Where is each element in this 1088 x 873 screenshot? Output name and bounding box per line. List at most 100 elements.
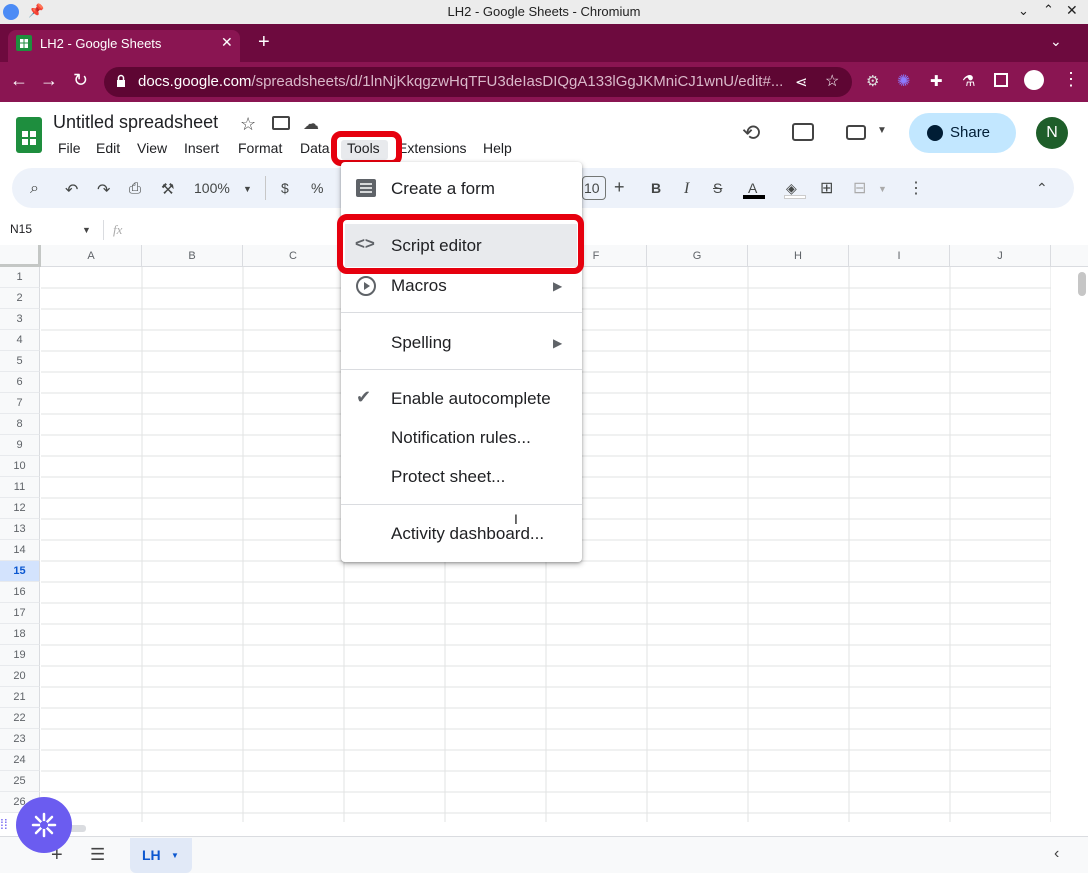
row-header[interactable]: 4 — [0, 330, 40, 351]
text-color-button[interactable]: A — [748, 180, 757, 196]
star-icon[interactable]: ☆ — [240, 114, 256, 135]
row-header[interactable]: 11 — [0, 477, 40, 498]
document-title[interactable]: Untitled spreadsheet — [53, 112, 218, 133]
menu-item-macros[interactable]: Macros — [391, 276, 447, 296]
menu-item-protect-sheet[interactable]: Protect sheet... — [391, 467, 505, 487]
row-header[interactable]: 18 — [0, 624, 40, 645]
print-icon[interactable]: ⎙ — [129, 180, 141, 197]
column-header[interactable]: J — [950, 245, 1051, 267]
menu-insert[interactable]: Insert — [184, 140, 219, 156]
zoom-select[interactable]: 100% — [194, 180, 230, 196]
row-header[interactable]: 3 — [0, 309, 40, 330]
row-header[interactable]: 6 — [0, 372, 40, 393]
menu-edit[interactable]: Edit — [96, 140, 120, 156]
new-tab-icon[interactable]: + — [258, 31, 270, 54]
row-header[interactable]: 15 — [0, 561, 40, 582]
forward-icon[interactable]: → — [40, 70, 58, 91]
currency-button[interactable]: $ — [281, 180, 289, 196]
redo-icon[interactable]: ↷ — [97, 180, 110, 200]
profile-icon[interactable] — [1024, 70, 1044, 90]
row-header[interactable]: 9 — [0, 435, 40, 456]
menu-help[interactable]: Help — [483, 140, 512, 156]
row-header[interactable]: 23 — [0, 729, 40, 750]
name-box[interactable]: N15 — [10, 222, 32, 236]
row-header[interactable]: 17 — [0, 603, 40, 624]
paint-format-icon[interactable]: ⚒ — [161, 180, 174, 198]
url-text[interactable]: docs.google.com/spreadsheets/d/1lnNjKkqg… — [138, 73, 783, 90]
sheet-tab-dropdown-icon[interactable]: ▼ — [171, 851, 179, 860]
increase-font-size-icon[interactable]: + — [614, 177, 625, 198]
sheet-tab-lh[interactable] — [130, 838, 192, 873]
row-header[interactable]: 21 — [0, 687, 40, 708]
reload-icon[interactable]: ↻ — [73, 70, 88, 91]
menu-file[interactable]: File — [58, 140, 81, 156]
menu-item-enable-autocomplete[interactable]: Enable autocomplete — [391, 389, 551, 409]
merge-cells-icon[interactable]: ⊟ — [853, 178, 866, 198]
collapse-toolbar-icon[interactable]: ⌃ — [1036, 180, 1048, 197]
maximize-icon[interactable]: ⌃ — [1043, 2, 1054, 18]
row-header[interactable]: 25 — [0, 771, 40, 792]
menu-format[interactable]: Format — [238, 140, 282, 156]
percent-button[interactable]: % — [311, 180, 323, 196]
explore-collapse-icon[interactable]: ‹ — [1054, 845, 1059, 863]
column-header[interactable]: B — [142, 245, 243, 267]
extension-2-icon[interactable]: ✺ — [897, 71, 910, 91]
comments-icon[interactable] — [792, 123, 814, 141]
strikethrough-icon[interactable]: S — [713, 180, 722, 196]
meet-icon[interactable] — [846, 125, 866, 140]
bookmark-star-icon[interactable]: ☆ — [825, 71, 839, 91]
menu-item-spelling[interactable]: Spelling — [391, 333, 452, 353]
bold-button[interactable]: B — [651, 180, 661, 196]
sheets-logo-icon[interactable] — [16, 117, 42, 153]
minimize-icon[interactable]: ⌄ — [1018, 3, 1029, 19]
row-header[interactable]: 1 — [0, 267, 40, 288]
menu-item-create-form[interactable]: Create a form — [391, 179, 495, 199]
tab-search-icon[interactable]: ⌄ — [1050, 33, 1062, 50]
column-header[interactable]: G — [647, 245, 748, 267]
row-header[interactable]: 7 — [0, 393, 40, 414]
row-header[interactable]: 19 — [0, 645, 40, 666]
meet-dropdown-icon[interactable]: ▼ — [877, 125, 887, 136]
row-header[interactable]: 12 — [0, 498, 40, 519]
menu-data[interactable]: Data — [300, 140, 330, 156]
formula-input[interactable] — [135, 218, 1075, 242]
italic-button[interactable]: I — [684, 180, 689, 198]
zoom-dropdown-icon[interactable]: ▼ — [243, 184, 252, 194]
undo-icon[interactable]: ↶ — [65, 180, 78, 200]
version-history-icon[interactable]: ⟲ — [742, 120, 760, 146]
row-header[interactable]: 14 — [0, 540, 40, 561]
row-header[interactable]: 2 — [0, 288, 40, 309]
avatar[interactable]: N — [1036, 117, 1068, 149]
vertical-scrollbar-thumb[interactable] — [1078, 272, 1086, 296]
all-sheets-icon[interactable]: ☰ — [90, 845, 105, 865]
close-tab-icon[interactable]: ✕ — [221, 34, 233, 51]
vertical-scrollbar[interactable] — [1076, 267, 1088, 822]
row-header[interactable]: 24 — [0, 750, 40, 771]
menu-item-activity-dashboard[interactable]: Activity dashboard... — [391, 524, 544, 544]
extensions-puzzle-icon[interactable]: ✚ — [930, 72, 943, 90]
column-header[interactable]: C — [243, 245, 344, 267]
share-page-icon[interactable]: ⋖ — [795, 73, 808, 91]
row-header[interactable]: 20 — [0, 666, 40, 687]
lab-flask-icon[interactable]: ⚗ — [962, 72, 975, 90]
close-window-icon[interactable]: ✕ — [1066, 2, 1078, 19]
row-header[interactable]: 16 — [0, 582, 40, 603]
select-all-corner[interactable] — [0, 245, 41, 267]
row-header[interactable]: 10 — [0, 456, 40, 477]
row-header[interactable]: 8 — [0, 414, 40, 435]
back-icon[interactable]: ← — [10, 70, 28, 91]
column-header[interactable]: H — [748, 245, 849, 267]
move-folder-icon[interactable] — [272, 116, 290, 130]
menu-view[interactable]: View — [137, 140, 167, 156]
lock-icon[interactable] — [116, 74, 126, 87]
search-menus-icon[interactable]: ⌕ — [30, 180, 39, 198]
column-header[interactable]: A — [41, 245, 142, 267]
merge-dropdown-icon[interactable]: ▼ — [878, 184, 887, 194]
name-box-dropdown-icon[interactable]: ▼ — [82, 225, 91, 235]
menu-extensions[interactable]: Extensions — [398, 140, 466, 156]
row-header[interactable]: 22 — [0, 708, 40, 729]
borders-icon[interactable]: ⊞ — [820, 178, 833, 198]
extension-1-icon[interactable]: ⚙ — [866, 72, 879, 90]
side-panel-icon[interactable] — [994, 73, 1008, 87]
row-header[interactable]: 13 — [0, 519, 40, 540]
